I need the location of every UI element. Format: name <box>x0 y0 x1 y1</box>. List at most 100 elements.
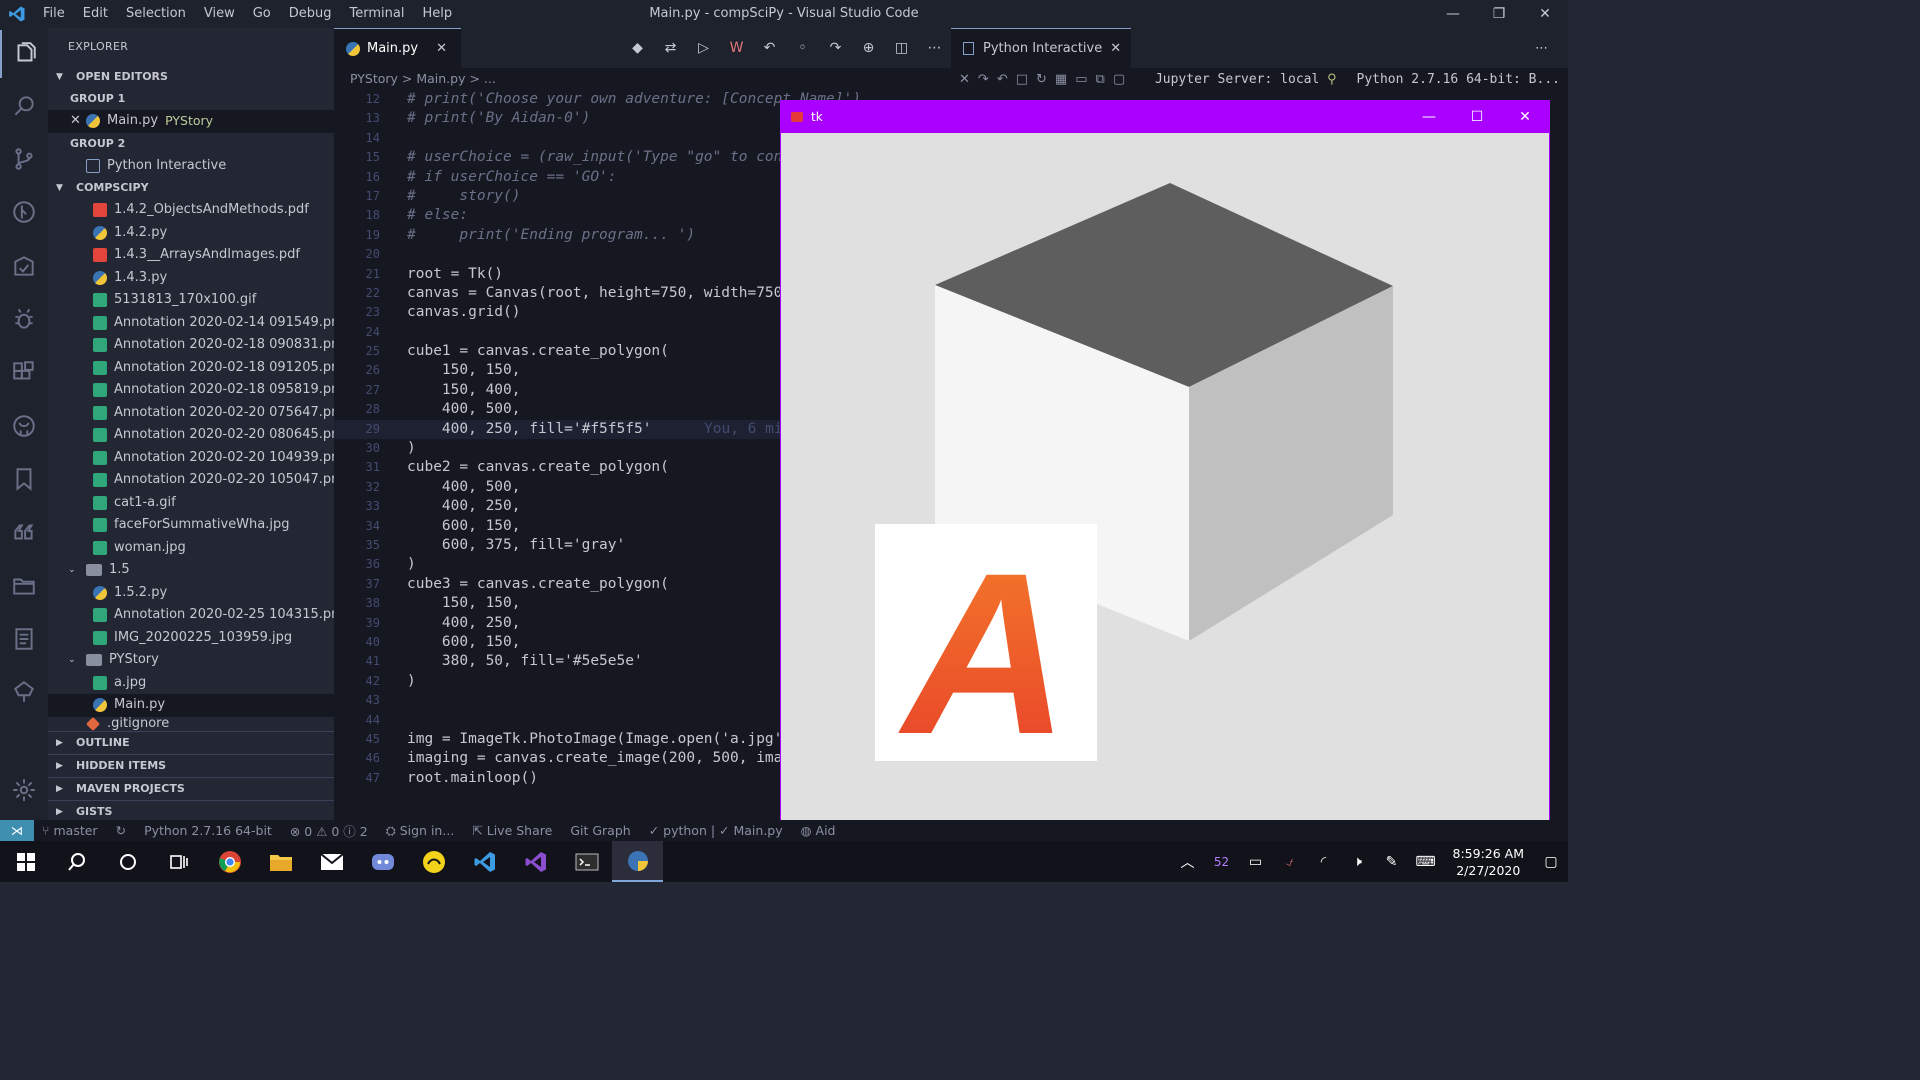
redo-icon[interactable]: ↷ <box>978 72 989 87</box>
python-taskbar-icon[interactable] <box>612 841 663 882</box>
wakatime-icon[interactable]: W <box>720 40 753 56</box>
undo-icon[interactable]: ↶ <box>997 72 1008 87</box>
save-icon[interactable]: ▭ <box>1075 72 1087 87</box>
more-actions-icon[interactable]: ⋯ <box>918 40 951 56</box>
task-view-icon[interactable] <box>153 841 204 882</box>
menu-selection[interactable]: Selection <box>117 0 195 28</box>
file-item[interactable]: 1.4.2_ObjectsAndMethods.pdf <box>48 199 334 222</box>
open-editor-python-interactive[interactable]: Python Interactive <box>48 155 334 178</box>
terminal-icon[interactable] <box>561 841 612 882</box>
previous-change-icon[interactable]: ↶ <box>753 40 786 56</box>
kernel-name[interactable]: Python 2.7.16 64-bit: B... <box>1357 72 1561 87</box>
gists-header[interactable]: ▶ GISTS <box>48 799 334 821</box>
search-icon[interactable] <box>51 841 102 882</box>
search-icon[interactable] <box>0 82 48 130</box>
file-item[interactable]: .gitignore <box>48 716 334 731</box>
git-lens-icon[interactable] <box>0 188 48 236</box>
tk-maximize-button[interactable]: ☐ <box>1453 109 1501 125</box>
git-diff-icon[interactable]: ◆ <box>621 40 654 56</box>
file-item[interactable]: cat1-a.gif <box>48 492 334 515</box>
remote-indicator-icon[interactable]: ⋊ <box>0 820 34 841</box>
folder-item[interactable]: ⌄ PYStory <box>48 649 334 672</box>
source-control-icon[interactable] <box>0 135 48 183</box>
github-icon[interactable] <box>0 402 48 450</box>
file-item[interactable]: IMG_20200225_103959.jpg <box>48 627 334 650</box>
app-yellow-icon[interactable] <box>408 841 459 882</box>
app-tray-icon[interactable]: ⍻ <box>1273 854 1307 870</box>
file-item[interactable]: Annotation 2020-02-20 080645.png <box>48 424 334 447</box>
outline-header[interactable]: ▶ OUTLINE <box>48 730 334 754</box>
pen-icon[interactable]: ✎ <box>1375 854 1409 870</box>
export-icon[interactable]: ⧉ <box>1096 72 1105 87</box>
menu-debug[interactable]: Debug <box>280 0 341 28</box>
file-item[interactable]: Annotation 2020-02-18 095819.png <box>48 379 334 402</box>
volume-muted-icon[interactable]: 🕨 <box>1341 854 1375 870</box>
tab-main-py[interactable]: Main.py ✕ <box>334 28 462 68</box>
history-icon[interactable]: ⊕ <box>852 40 885 56</box>
file-item[interactable]: 1.4.3.py <box>48 267 334 290</box>
start-button[interactable] <box>0 841 51 882</box>
menu-edit[interactable]: Edit <box>74 0 117 28</box>
author-indicator[interactable]: ◍ Aid <box>801 823 836 838</box>
tab-python-interactive[interactable]: Python Interactive ✕ <box>951 28 1132 68</box>
file-explorer-icon[interactable] <box>255 841 306 882</box>
project-header[interactable]: ▼ COMPSCIPY <box>48 177 334 199</box>
file-item[interactable]: Annotation 2020-02-18 091205.png <box>48 357 334 380</box>
discord-icon[interactable] <box>357 841 408 882</box>
mail-icon[interactable] <box>306 841 357 882</box>
file-item[interactable]: 5131813_170x100.gif <box>48 289 334 312</box>
file-item[interactable]: a.jpg <box>48 672 334 695</box>
restore-button[interactable]: ❐ <box>1476 0 1522 28</box>
file-item-selected[interactable]: Main.py <box>48 694 334 717</box>
file-item[interactable]: 1.5.2.py <box>48 582 334 605</box>
folder-icon[interactable] <box>0 562 48 610</box>
tk-title-bar[interactable]: tk — ☐ ✕ <box>781 101 1549 133</box>
interrupt-icon[interactable]: □ <box>1016 72 1028 87</box>
next-change-icon[interactable]: ↷ <box>819 40 852 56</box>
file-item[interactable]: 1.4.2.py <box>48 222 334 245</box>
minimize-button[interactable]: — <box>1430 0 1476 28</box>
menu-view[interactable]: View <box>195 0 244 28</box>
notifications-icon[interactable]: ▢ <box>1534 854 1568 870</box>
commit-icon[interactable]: ◦ <box>786 40 819 56</box>
keyboard-icon[interactable]: ⌨ <box>1409 854 1443 870</box>
sync-icon[interactable]: ↻ <box>116 823 126 838</box>
clock[interactable]: 8:59:26 AM 2/27/2020 <box>1443 845 1535 879</box>
battery-icon[interactable]: ▭ <box>1239 854 1273 870</box>
clear-icon[interactable]: ✕ <box>959 72 970 87</box>
jupyter-server[interactable]: Jupyter Server: local <box>1155 72 1319 87</box>
git-graph-button[interactable]: Git Graph <box>570 823 630 838</box>
lint-status[interactable]: ✓ python | ✓ Main.py <box>649 823 783 838</box>
tree-icon[interactable] <box>0 668 48 716</box>
restart-icon[interactable]: ↻ <box>1036 72 1047 87</box>
split-editor-icon[interactable]: ◫ <box>885 40 918 56</box>
notebook-icon[interactable] <box>0 615 48 663</box>
close-icon[interactable]: ✕ <box>436 41 447 56</box>
menu-terminal[interactable]: Terminal <box>341 0 414 28</box>
menu-help[interactable]: Help <box>413 0 461 28</box>
close-icon[interactable]: ✕ <box>70 110 81 133</box>
open-editor-main-py[interactable]: ✕ Main.py PYStory <box>48 110 334 133</box>
problems-indicator[interactable]: ⊗ 0 ⚠ 0 ⓘ 2 <box>290 821 368 840</box>
expand-icon[interactable]: ▢ <box>1113 72 1125 87</box>
debug-icon[interactable] <box>0 295 48 343</box>
extensions-icon[interactable] <box>0 348 48 396</box>
live-share-button[interactable]: ⇱ Live Share <box>472 823 552 838</box>
variables-icon[interactable]: ▦ <box>1055 72 1067 87</box>
tk-close-button[interactable]: ✕ <box>1501 109 1549 125</box>
breadcrumb[interactable]: PYStory > Main.py > ... <box>334 68 951 90</box>
tk-minimize-button[interactable]: — <box>1405 109 1453 125</box>
file-item[interactable]: Annotation 2020-02-25 104315.png <box>48 604 334 627</box>
menu-file[interactable]: File <box>34 0 74 28</box>
visual-studio-icon[interactable] <box>510 841 561 882</box>
close-button[interactable]: ✕ <box>1522 0 1568 28</box>
close-icon[interactable]: ✕ <box>1110 41 1121 56</box>
menu-go[interactable]: Go <box>244 0 280 28</box>
signin-indicator[interactable]: ⛭ Sign in... <box>386 823 455 839</box>
wifi-icon[interactable]: ◜ <box>1307 854 1341 870</box>
python-interpreter[interactable]: Python 2.7.16 64-bit <box>144 823 272 838</box>
maven-header[interactable]: ▶ MAVEN PROJECTS <box>48 776 334 800</box>
cortana-icon[interactable] <box>102 841 153 882</box>
chrome-icon[interactable] <box>204 841 255 882</box>
bookmark-icon[interactable] <box>0 455 48 503</box>
